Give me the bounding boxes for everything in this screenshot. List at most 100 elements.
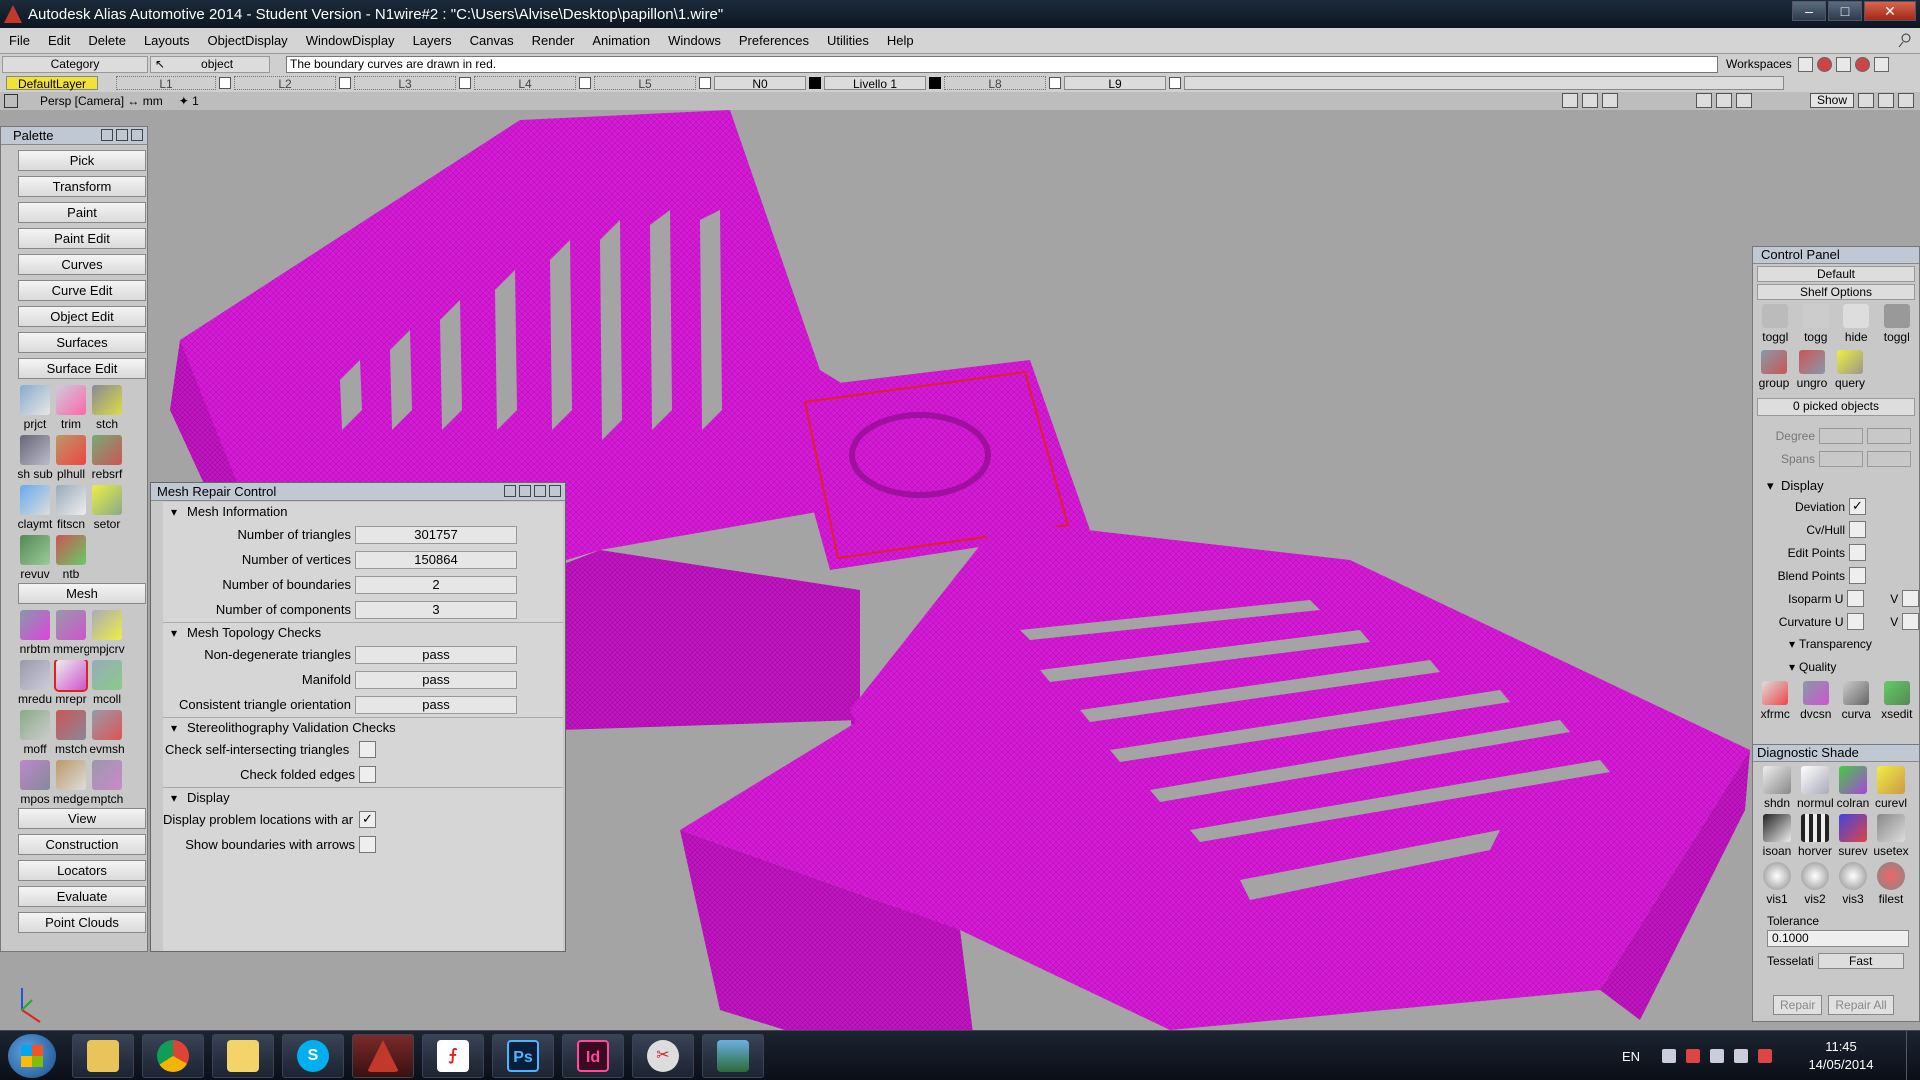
taskbar-alias[interactable] [352,1034,414,1078]
tool-xfrmc[interactable]: xfrmc [1756,681,1794,723]
degree-field[interactable] [1819,427,1863,444]
tool-mpos[interactable]: mpos [17,760,53,808]
evaluate-button[interactable]: Evaluate [18,886,146,907]
tool-plhull[interactable]: plhull [53,435,89,483]
cp-display-section[interactable]: Display [1753,476,1919,495]
diag-shdn[interactable]: shdn [1759,766,1795,814]
tool-ntb[interactable]: ntb [53,535,89,583]
locators-button[interactable]: Locators [18,860,146,881]
view-layout-icon[interactable] [1858,93,1874,108]
tray-network-alert-icon[interactable] [1686,1049,1700,1063]
language-indicator[interactable]: EN [1622,1049,1640,1064]
tool-fitscn[interactable]: fitscn [53,485,89,533]
tool-mrepr[interactable]: mrepr [53,660,89,708]
view-frame-icon[interactable] [1581,93,1598,108]
tool-claymt[interactable]: claymt [17,485,53,533]
view-tumble-icon[interactable] [1715,93,1732,108]
repair-button[interactable]: Repair [1773,995,1823,1015]
view-maximize-icon[interactable] [1898,93,1914,108]
volume-icon[interactable] [1710,1049,1724,1063]
menu-help[interactable]: Help [878,33,923,48]
object-edit-button[interactable]: Object Edit [18,306,146,327]
diag-vis2[interactable]: vis2 [1797,862,1833,910]
tool-curva[interactable]: curva [1837,681,1875,723]
tool-stch[interactable]: stch [89,385,125,433]
minimize-button[interactable]: – [1792,1,1826,21]
tool-prjct[interactable]: prjct [17,385,53,433]
diag-horver[interactable]: horver [1797,814,1833,862]
tool-rebsrf[interactable]: rebsrf [89,435,125,483]
blendpoints-checkbox[interactable] [1849,567,1866,584]
tool-setor[interactable]: setor [89,485,125,533]
mesh-arrow-icon[interactable] [534,485,546,497]
menu-preferences[interactable]: Preferences [730,33,818,48]
preset-dropdown[interactable]: Default [1757,266,1915,282]
shelf-ungroup[interactable]: ungro [1793,350,1831,392]
menu-windows[interactable]: Windows [659,33,730,48]
clock[interactable]: 11:45 14/05/2014 [1796,1038,1886,1074]
mesh-pin-icon[interactable] [504,485,516,497]
taskbar-chrome[interactable] [142,1034,204,1078]
diag-curevl[interactable]: curevl [1873,766,1909,814]
layer-l5[interactable]: L5 [594,76,711,91]
taskbar-snipping[interactable]: ✂ [632,1034,694,1078]
shelf-toggle-1[interactable]: toggl [1756,304,1794,346]
quality-section[interactable]: Quality [1753,656,1919,679]
display-section[interactable]: Display [163,787,563,808]
paint-button[interactable]: Paint [18,202,146,223]
tray-flag-icon[interactable] [1758,1049,1772,1063]
menu-layouts[interactable]: Layouts [135,33,199,48]
boundaries-arrows-checkbox[interactable] [359,836,376,853]
construction-button[interactable]: Construction [18,834,146,855]
curves-button[interactable]: Curves [18,254,146,275]
transparency-section[interactable]: Transparency [1753,633,1919,656]
menu-render[interactable]: Render [523,33,584,48]
menu-objectdisplay[interactable]: ObjectDisplay [198,33,296,48]
layer-l9[interactable]: L9 [1064,76,1181,91]
palette-list-icon[interactable] [116,129,128,141]
diag-vis1[interactable]: vis1 [1759,862,1795,910]
picked-objects-dropdown[interactable]: 0 picked objects [1757,398,1915,416]
degree-field-2[interactable] [1867,427,1911,444]
shelf-options-dropdown[interactable]: Shelf Options [1757,284,1915,300]
view-close-icon[interactable] [4,94,18,108]
surfaces-button[interactable]: Surfaces [18,332,146,353]
problem-locations-checkbox[interactable]: ✓ [359,811,376,828]
layer-n0[interactable]: N0 [714,76,821,91]
menu-windowdisplay[interactable]: WindowDisplay [297,33,404,48]
shelf-toggle-3[interactable]: toggl [1878,304,1916,346]
spans-field-2[interactable] [1867,450,1911,467]
workspace-layout-icon[interactable] [1797,56,1813,72]
curvature-v-checkbox[interactable] [1902,613,1919,630]
menu-utilities[interactable]: Utilities [818,33,878,48]
layer-l8[interactable]: L8 [944,76,1061,91]
tool-medge[interactable]: medge [53,760,89,808]
menu-layers[interactable]: Layers [404,33,461,48]
cvhull-checkbox[interactable] [1849,521,1866,538]
view-track-icon[interactable] [1735,93,1752,108]
diag-surev[interactable]: surev [1835,814,1871,862]
taskbar-photos[interactable] [702,1034,764,1078]
view-dolly-icon[interactable] [1695,93,1712,108]
workspace-expand-icon[interactable] [1873,56,1889,72]
deviation-checkbox[interactable]: ✓ [1849,498,1866,515]
layer-l4[interactable]: L4 [474,76,591,91]
view-button[interactable]: View [18,808,146,829]
menu-file[interactable]: File [0,33,39,48]
menu-edit[interactable]: Edit [39,33,79,48]
diag-vis3[interactable]: vis3 [1835,862,1871,910]
curvature-u-checkbox[interactable] [1847,613,1865,630]
taskbar-indesign[interactable]: Id [562,1034,624,1078]
diag-filest[interactable]: filest [1873,862,1909,910]
workspace-pick-icon[interactable] [1854,56,1870,72]
category-selector[interactable]: Category [2,55,148,73]
layer-l3[interactable]: L3 [354,76,471,91]
show-button[interactable]: Show [1809,93,1854,108]
shelf-group[interactable]: group [1755,350,1793,392]
stl-section[interactable]: Stereolithography Validation Checks [163,717,563,738]
tool-mredu[interactable]: mredu [17,660,53,708]
tool-mmerg[interactable]: mmerg [53,610,89,658]
taskbar-skype[interactable]: S [282,1034,344,1078]
view-camera-icon[interactable] [1561,93,1578,108]
taskbar-explorer[interactable] [72,1034,134,1078]
